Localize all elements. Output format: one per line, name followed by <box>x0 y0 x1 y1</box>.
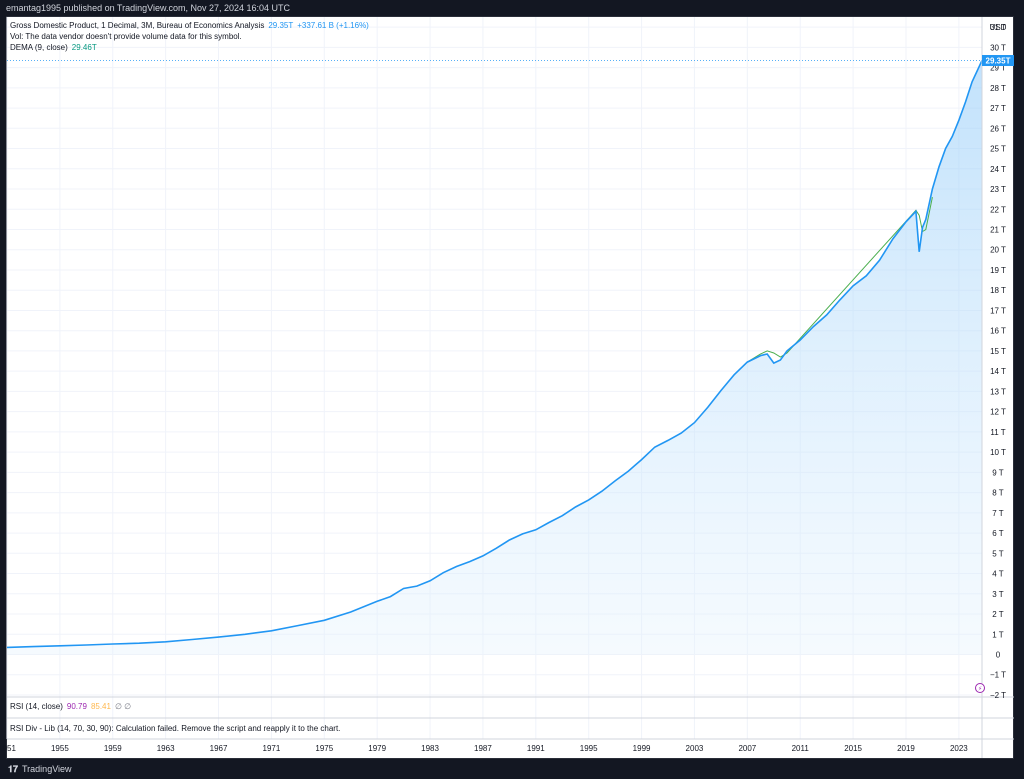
y-tick-label: 3 T <box>992 590 1004 599</box>
y-tick-label: 21 T <box>990 226 1006 235</box>
compare-icon[interactable]: ⚡ <box>975 683 985 693</box>
rsi-label: RSI (14, close) <box>10 702 63 711</box>
legend-change: +337.61 B (+1.16%) <box>297 21 369 30</box>
rsi-pane-label[interactable]: RSI (14, close) 90.79 85.41 ∅ ∅ <box>10 702 131 711</box>
rsi-div-message: RSI Div - Lib (14, 70, 30, 90): Calculat… <box>10 724 341 733</box>
y-tick-label: 15 T <box>990 347 1006 356</box>
y-tick-label: 8 T <box>992 489 1004 498</box>
y-tick-label: 11 T <box>990 428 1005 437</box>
legend-volume-note: Vol: The data vendor doesn't provide vol… <box>10 32 242 41</box>
price-tag-layer: 29.35T <box>7 55 1014 67</box>
y-tick-label: 19 T <box>990 266 1006 275</box>
y-tick-label: 12 T <box>990 408 1006 417</box>
legend-volume-row[interactable]: Vol: The data vendor doesn't provide vol… <box>10 31 369 42</box>
x-tick-label: 1951 <box>0 744 16 753</box>
x-tick-label: 1991 <box>527 744 545 753</box>
y-tick-label: 30 T <box>990 43 1006 52</box>
x-tick-label: 1959 <box>104 744 122 753</box>
y-tick-label: 31 T <box>990 23 1006 32</box>
x-tick-label: 1963 <box>157 744 175 753</box>
y-tick-label: 22 T <box>990 205 1006 214</box>
legend-price: 29.35T <box>268 21 294 30</box>
x-tick-label: 2023 <box>950 744 968 753</box>
rsi-ma-value: 85.41 <box>90 702 111 711</box>
x-tick-label: 1987 <box>474 744 492 753</box>
y-tick-label: 20 T <box>990 246 1006 255</box>
y-tick-label: 9 T <box>992 468 1004 477</box>
x-tick-label: 1999 <box>633 744 651 753</box>
y-tick-label: 10 T <box>990 448 1006 457</box>
x-tick-label: 2019 <box>897 744 915 753</box>
y-tick-label: 23 T <box>990 185 1006 194</box>
y-tick-label: 6 T <box>992 529 1004 538</box>
legend: Gross Domestic Product, 1 Decimal, 3M, B… <box>10 20 369 53</box>
y-tick-label: 14 T <box>990 367 1006 376</box>
series-layer <box>6 60 983 655</box>
svg-text:⚡: ⚡ <box>978 686 982 693</box>
footer-brand[interactable]: TradingView <box>22 764 72 774</box>
x-tick-label: 2003 <box>686 744 704 753</box>
y-tick-label: 5 T <box>992 549 1004 558</box>
x-tick-label: 1979 <box>368 744 386 753</box>
y-tick-label: 16 T <box>990 327 1006 336</box>
y-tick-label: 27 T <box>990 104 1006 113</box>
legend-dema-row[interactable]: DEMA (9, close) 29.46T <box>10 42 369 53</box>
x-tick-label: 1971 <box>263 744 281 753</box>
y-tick-label: 18 T <box>990 286 1006 295</box>
y-tick-label: 13 T <box>990 387 1006 396</box>
y-tick-label: −1 T <box>990 671 1006 680</box>
y-tick-label: 0 <box>996 651 1001 660</box>
x-axis-ticks[interactable]: 1951 1955 1959 1963 1967 1971 1975 1979 1983 1987… <box>0 744 968 753</box>
y-axis-ticks[interactable]: −2 T −1 T 0 1 T 2 T 3 T 4 T 5 T 6 T 7 T 8 T 9 T 10 T… <box>990 23 1006 700</box>
y-tick-label: 2 T <box>992 610 1004 619</box>
x-tick-label: 2015 <box>844 744 862 753</box>
x-tick-label: 1967 <box>210 744 228 753</box>
chart-svg[interactable]: USD −2 T−1 T01 T2 T3 T4 T5 T6 T7 T8 T9 T… <box>0 0 1024 779</box>
x-tick-label: 2007 <box>738 744 756 753</box>
last-price-tag-label: 29.35T <box>986 57 1011 66</box>
tradingview-logo-icon[interactable]: 𝟏𝟕 <box>8 759 18 779</box>
legend-dema-value: 29.46T <box>71 43 97 52</box>
y-tick-label: 28 T <box>990 84 1006 93</box>
y-tick-label: 1 T <box>992 630 1004 639</box>
y-tick-label: 17 T <box>990 306 1006 315</box>
x-tick-label: 1975 <box>315 744 333 753</box>
y-tick-label: 24 T <box>990 165 1006 174</box>
y-tick-label: 25 T <box>990 145 1006 154</box>
y-tick-label: 7 T <box>992 509 1004 518</box>
y-tick-label: −2 T <box>990 691 1006 700</box>
footer: 𝟏𝟕 TradingView <box>0 759 1024 779</box>
y-tick-label: 4 T <box>992 570 1004 579</box>
x-tick-label: 1995 <box>580 744 598 753</box>
y-tick-label: 26 T <box>990 124 1006 133</box>
x-tick-label: 1955 <box>51 744 69 753</box>
rsi-empty-values: ∅ ∅ <box>114 702 132 711</box>
rsi-value: 90.79 <box>66 702 87 711</box>
x-tick-label: 1983 <box>421 744 439 753</box>
legend-symbol-row[interactable]: Gross Domestic Product, 1 Decimal, 3M, B… <box>10 20 369 31</box>
rsi-div-pane-label[interactable]: RSI Div - Lib (14, 70, 30, 90): Calculat… <box>10 724 340 733</box>
gdp-area-fill <box>7 60 982 655</box>
legend-symbol: Gross Domestic Product, 1 Decimal, 3M, B… <box>10 21 265 30</box>
legend-dema-label: DEMA (9, close) <box>10 43 68 52</box>
x-tick-label: 2011 <box>792 744 810 753</box>
